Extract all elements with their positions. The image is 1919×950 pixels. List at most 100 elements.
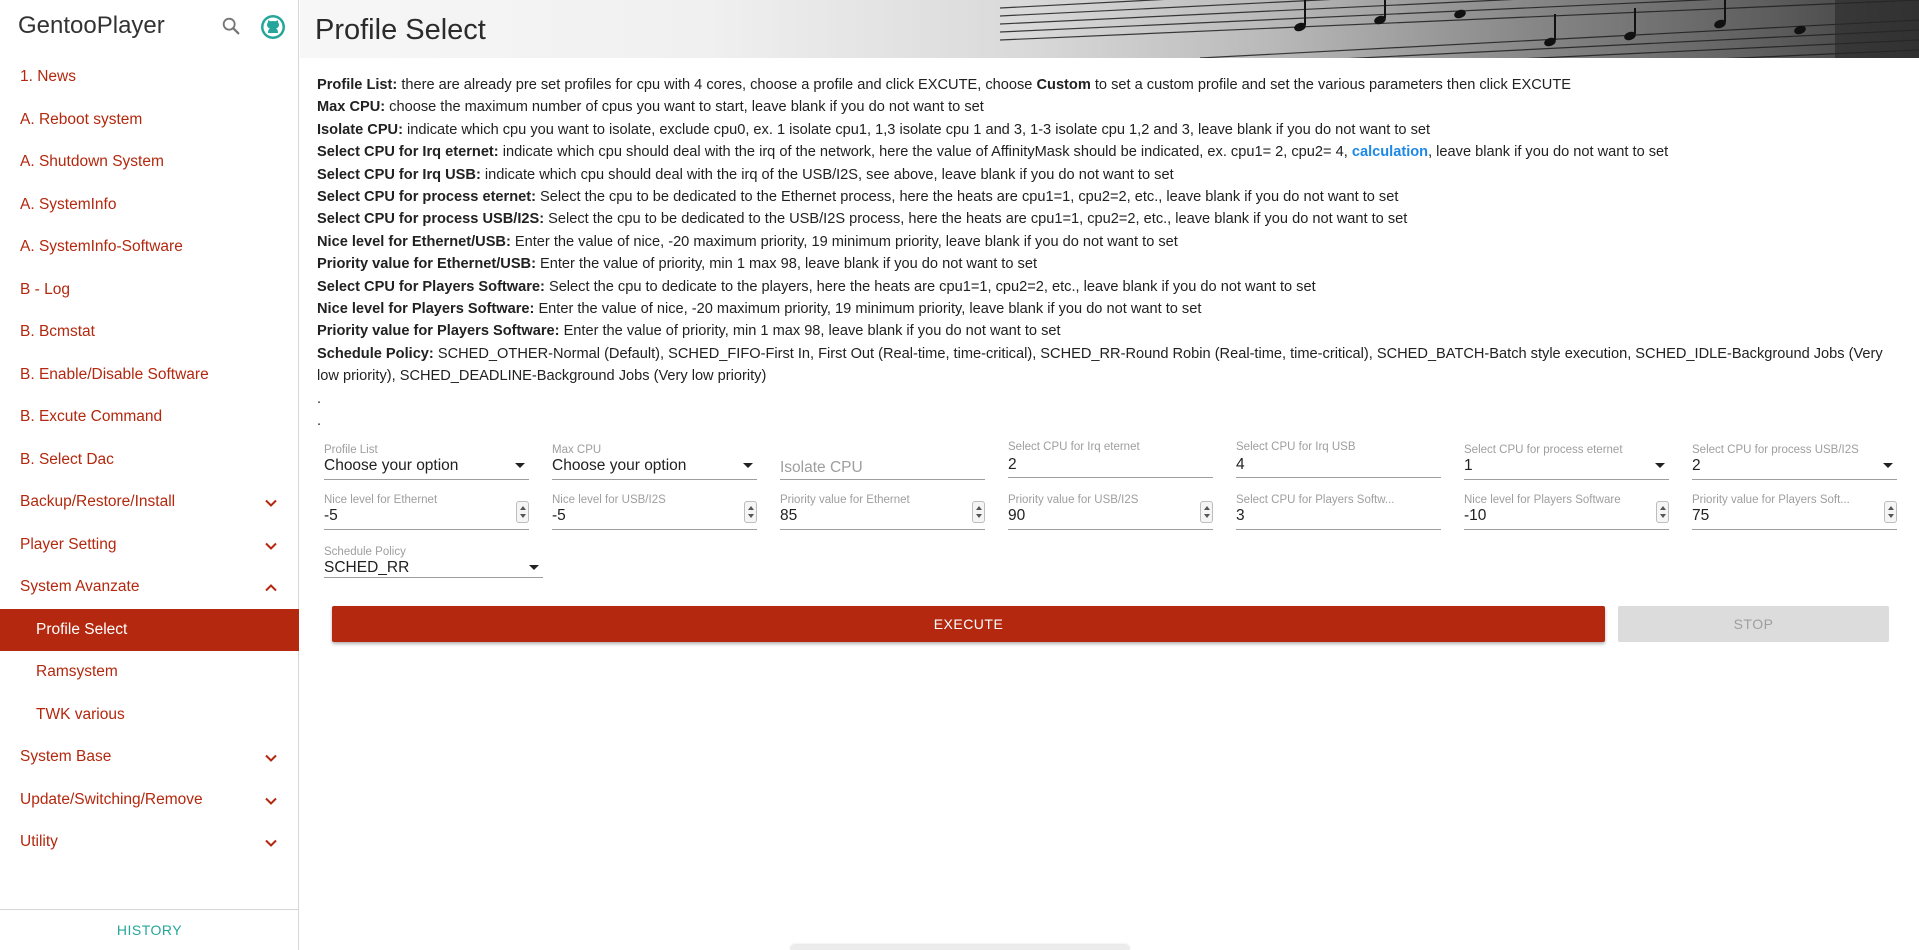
spinner-arrows-icon[interactable] <box>972 501 985 523</box>
sidebar-item-profile-select[interactable]: Profile Select <box>0 608 299 651</box>
caret-down-icon <box>1655 463 1665 468</box>
sidebar-item-excute-command[interactable]: B. Excute Command <box>0 396 299 439</box>
github-icon[interactable] <box>260 14 286 40</box>
field-value: 4 <box>1236 456 1245 473</box>
field-label: Priority value for Players Soft... <box>1692 494 1850 506</box>
desc-term: Profile List: <box>317 77 398 93</box>
bottom-sheet-edge <box>790 945 1130 950</box>
isolate-cpu-input[interactable]: Isolate CPU <box>780 444 985 486</box>
sidebar-item-system-avanzate[interactable]: System Avanzate <box>0 566 299 609</box>
sidebar-item-label: System Avanzate <box>20 578 140 595</box>
field-label: Max CPU <box>552 444 602 456</box>
sidebar-item-news[interactable]: 1. News <box>0 56 299 99</box>
sidebar-item-enable-disable-software[interactable]: B. Enable/Disable Software <box>0 354 299 397</box>
field-underline <box>324 577 543 578</box>
spinner-arrows-icon[interactable] <box>1200 501 1213 523</box>
sidebar-item-label: System Base <box>20 748 112 765</box>
sidebar-item-label: B. Bcmstat <box>20 323 95 340</box>
sidebar-item-reboot-system[interactable]: A. Reboot system <box>0 99 299 142</box>
field-label: Nice level for Ethernet <box>324 494 438 506</box>
spinner-arrows-icon[interactable] <box>516 501 529 523</box>
calculation-link[interactable]: calculation <box>1352 144 1428 160</box>
nice-usb-stepper[interactable]: Nice level for USB/I2S -5 <box>552 494 757 536</box>
desc-term: Custom <box>1036 77 1091 93</box>
history-button[interactable]: HISTORY <box>0 909 299 950</box>
field-value: -5 <box>324 507 338 524</box>
field-value: 2 <box>1008 456 1017 473</box>
field-value: Choose your option <box>324 457 459 474</box>
field-underline <box>324 529 529 530</box>
caret-down-icon <box>743 463 753 468</box>
field-value: 75 <box>1692 507 1710 524</box>
sidebar-item-ramsystem[interactable]: Ramsystem <box>0 651 299 694</box>
priority-players-stepper[interactable]: Priority value for Players Soft... 75 <box>1692 494 1897 536</box>
search-icon[interactable] <box>220 15 242 37</box>
irq-usb-input[interactable]: Select CPU for Irq USB 4 <box>1236 441 1441 483</box>
sidebar-item-select-dac[interactable]: B. Select Dac <box>0 439 299 482</box>
profile-list-select[interactable]: Profile List Choose your option <box>324 444 529 486</box>
desc-line-isolate-cpu: Isolate CPU: indicate which cpu you want… <box>317 119 1907 141</box>
desc-term: Select CPU for process eternet: <box>317 189 536 206</box>
desc-term: Schedule Policy: <box>317 345 434 362</box>
chevron-down-icon <box>265 542 277 550</box>
field-label: Profile List <box>324 444 378 456</box>
desc-line-process-eternet: Select CPU for process eternet: Select t… <box>317 186 1907 208</box>
sidebar-item-shutdown-system[interactable]: A. Shutdown System <box>0 141 299 184</box>
header-sheet-music-image <box>999 0 1919 58</box>
field-underline <box>552 479 757 480</box>
app-root: GentooPlayer 1. News A. Reboot system A.… <box>0 0 1919 950</box>
sidebar-item-label: A. Shutdown System <box>20 153 164 170</box>
sidebar: GentooPlayer 1. News A. Reboot system A.… <box>0 0 299 950</box>
description-panel: Profile List: there are already pre set … <box>317 74 1907 433</box>
process-eternet-select[interactable]: Select CPU for process eternet 1 <box>1464 444 1669 486</box>
sidebar-item-systeminfo[interactable]: A. SystemInfo <box>0 184 299 227</box>
desc-line-nice-ethernet-usb: Nice level for Ethernet/USB: Enter the v… <box>317 231 1907 253</box>
max-cpu-select[interactable]: Max CPU Choose your option <box>552 444 757 486</box>
sidebar-item-label: B. Enable/Disable Software <box>20 365 209 383</box>
chevron-down-icon <box>265 754 277 762</box>
desc-text: SCHED_OTHER-Normal (Default), SCHED_FIFO… <box>317 345 1883 385</box>
sidebar-item-utility[interactable]: Utility <box>0 821 299 864</box>
sidebar-item-label: Profile Select <box>36 620 128 638</box>
desc-line-profile-list: Profile List: there are already pre set … <box>317 74 1907 96</box>
page-title: Profile Select <box>315 14 486 46</box>
desc-dot: . <box>317 413 322 430</box>
nice-players-stepper[interactable]: Nice level for Players Software -10 <box>1464 494 1669 536</box>
nice-ethernet-stepper[interactable]: Nice level for Ethernet -5 <box>324 494 529 536</box>
schedule-policy-select[interactable]: Schedule Policy SCHED_RR <box>324 546 543 588</box>
stop-button[interactable]: STOP <box>1618 606 1889 642</box>
desc-text: Select the cpu to dedicate to the player… <box>544 278 1316 295</box>
desc-line-priority-ethernet-usb: Priority value for Ethernet/USB: Enter t… <box>317 253 1907 275</box>
field-underline <box>780 529 985 530</box>
desc-dot: . <box>317 390 322 407</box>
spinner-arrows-icon[interactable] <box>744 501 757 523</box>
brand-title[interactable]: GentooPlayer <box>18 12 165 40</box>
field-underline <box>1236 529 1441 530</box>
desc-text: indicate which cpu should deal with the … <box>480 166 1174 183</box>
sidebar-item-label: A. Reboot system <box>20 110 143 128</box>
desc-line-priority-players: Priority value for Players Software: Ent… <box>317 320 1907 342</box>
sidebar-item-update-switching-remove[interactable]: Update/Switching/Remove <box>0 779 299 822</box>
cpu-players-input[interactable]: Select CPU for Players Softw... 3 <box>1236 494 1441 536</box>
priority-usb-stepper[interactable]: Priority value for USB/I2S 90 <box>1008 494 1213 536</box>
sidebar-item-backup-restore-install[interactable]: Backup/Restore/Install <box>0 481 299 524</box>
desc-line-irq-usb: Select CPU for Irq USB: indicate which c… <box>317 164 1907 186</box>
sidebar-item-twk-various[interactable]: TWK various <box>0 694 299 737</box>
field-label: Nice level for Players Software <box>1464 494 1621 506</box>
sidebar-item-player-setting[interactable]: Player Setting <box>0 524 299 567</box>
sidebar-item-systeminfo-software[interactable]: A. SystemInfo-Software <box>0 226 299 269</box>
irq-eternet-input[interactable]: Select CPU for Irq eternet 2 <box>1008 441 1213 483</box>
sidebar-item-bcmstat[interactable]: B. Bcmstat <box>0 311 299 354</box>
sidebar-item-system-base[interactable]: System Base <box>0 736 299 779</box>
process-usb-select[interactable]: Select CPU for process USB/I2S 2 <box>1692 444 1897 486</box>
execute-button[interactable]: EXECUTE <box>332 606 1605 642</box>
desc-text: there are already pre set profiles for c… <box>397 77 1037 93</box>
spinner-arrows-icon[interactable] <box>1656 501 1669 523</box>
field-underline <box>324 479 529 480</box>
field-underline <box>1236 477 1441 478</box>
priority-ethernet-stepper[interactable]: Priority value for Ethernet 85 <box>780 494 985 536</box>
spinner-arrows-icon[interactable] <box>1884 501 1897 523</box>
sidebar-item-log[interactable]: B - Log <box>0 269 299 312</box>
field-underline <box>1692 479 1897 480</box>
field-underline <box>1008 529 1213 530</box>
